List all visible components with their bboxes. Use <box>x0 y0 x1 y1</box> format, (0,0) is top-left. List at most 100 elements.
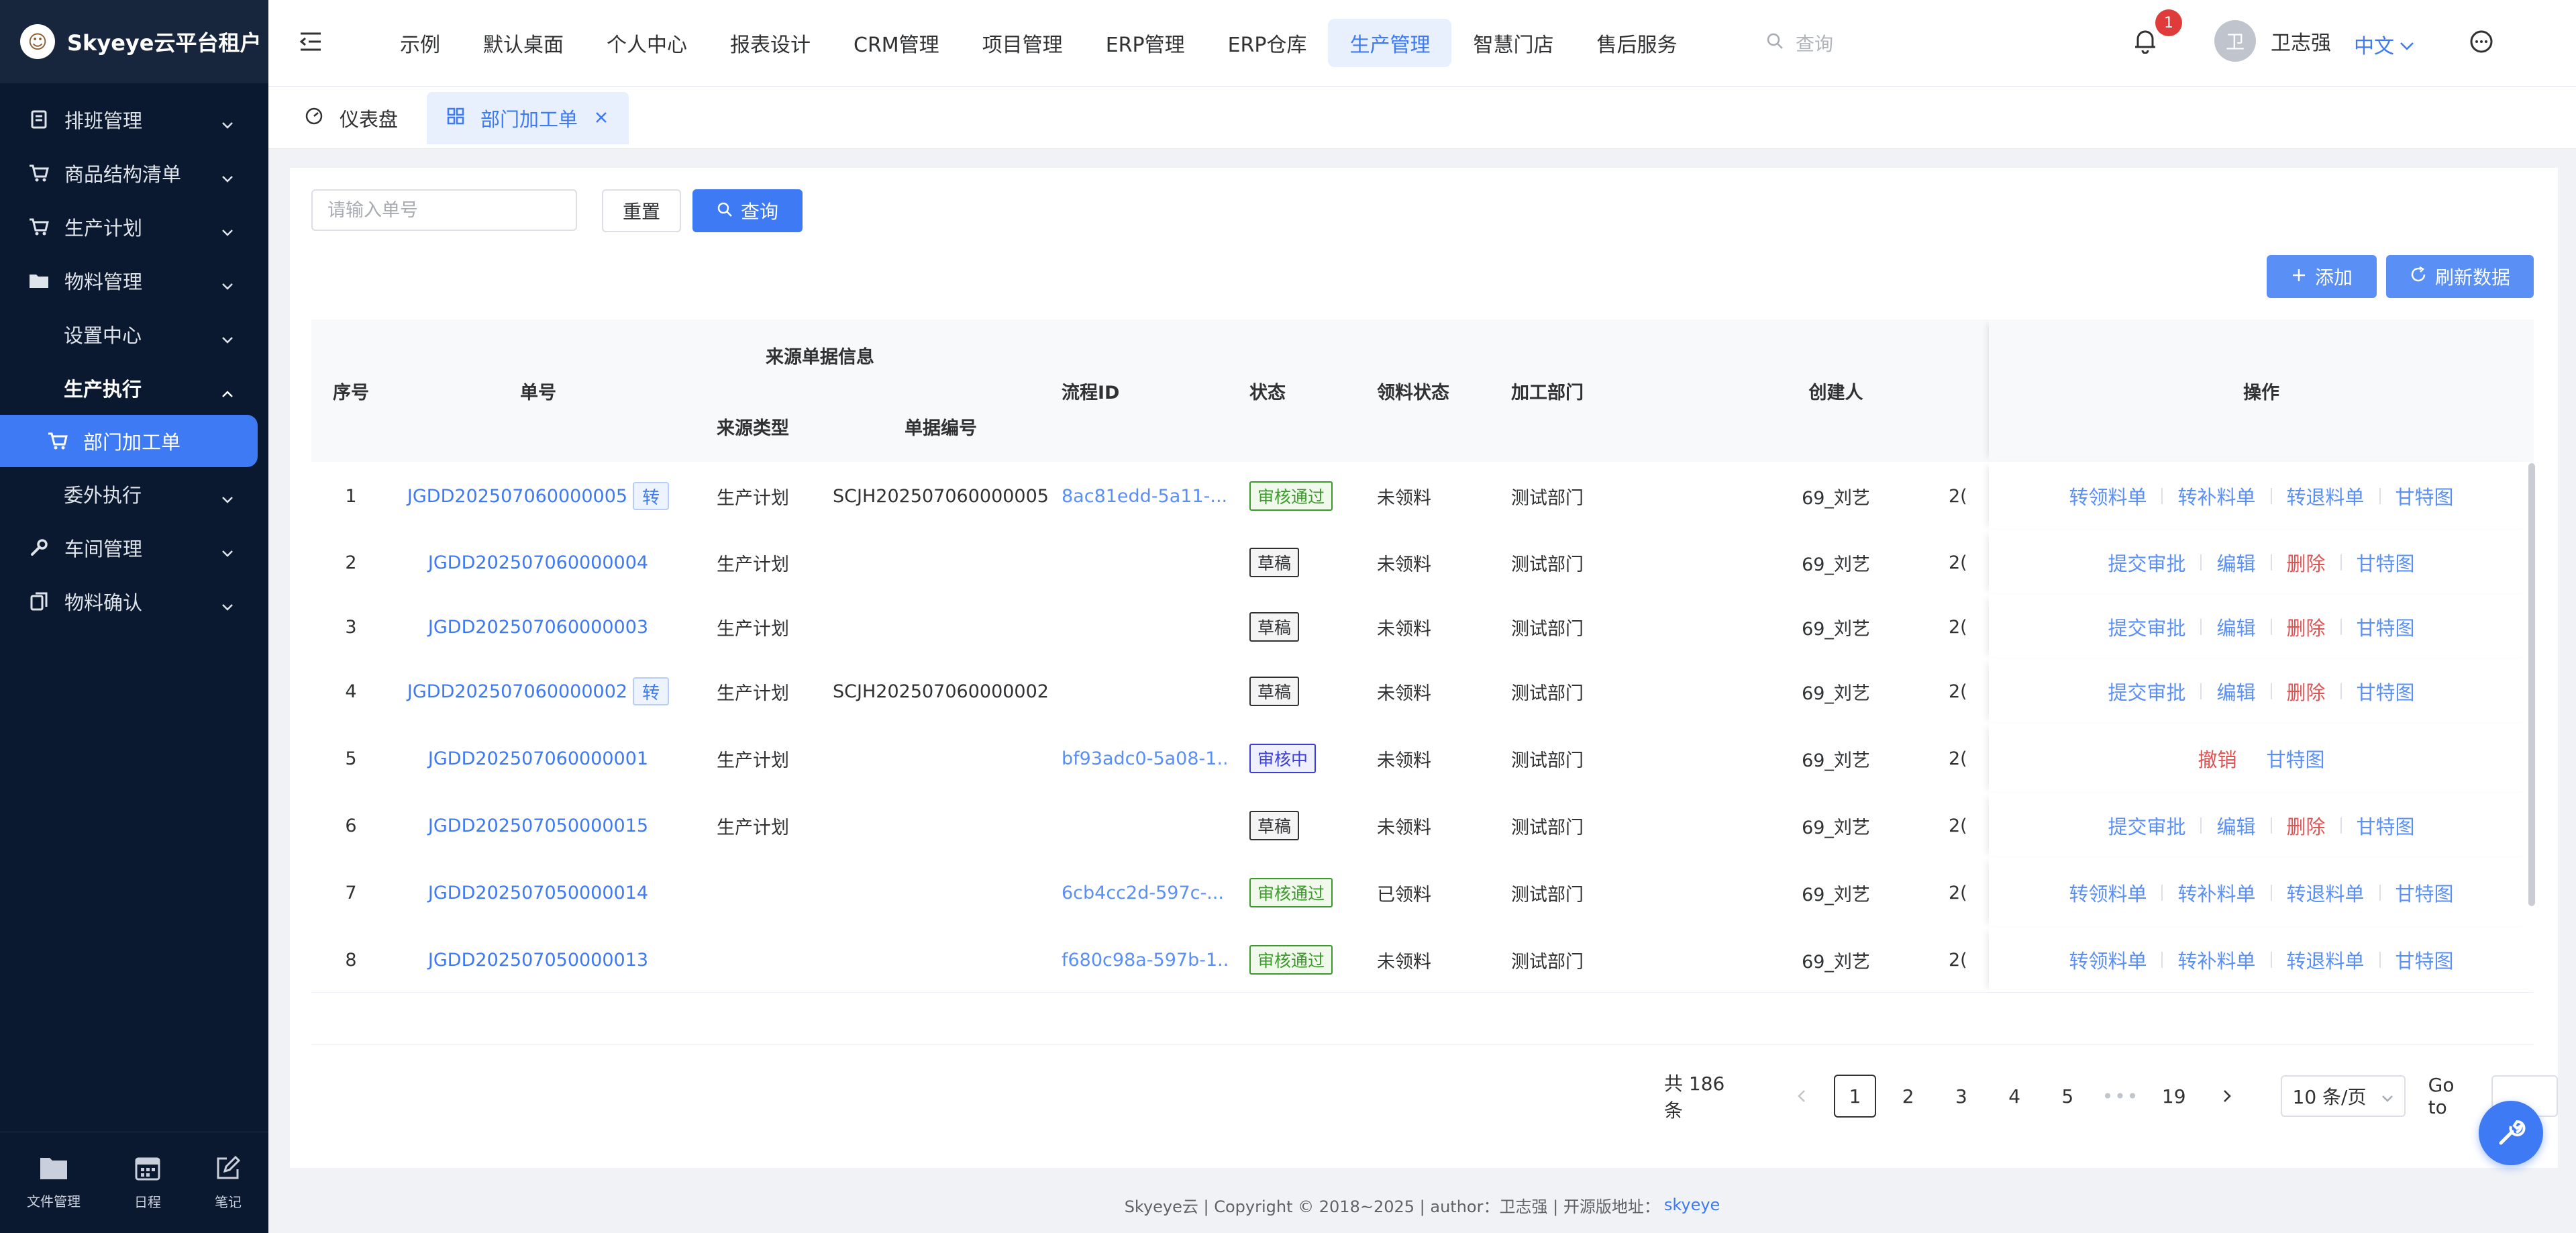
sidebar-item-workshop[interactable]: 车间管理 <box>0 521 268 575</box>
tab-after-sales[interactable]: 售后服务 <box>1575 19 1698 67</box>
op-button[interactable]: 转补料单 <box>2163 879 2270 907</box>
op-button[interactable]: 提交审批 <box>2093 677 2200 705</box>
file-manager-button[interactable]: 文件管理 <box>27 1155 81 1210</box>
transfer-tag[interactable]: 转 <box>633 677 670 705</box>
order-no-link[interactable]: JGDD202507060000002 <box>407 681 627 702</box>
op-button[interactable]: 编辑 <box>2202 811 2270 840</box>
op-button[interactable]: 转领料单 <box>2054 879 2161 907</box>
op-button[interactable]: 提交审批 <box>2093 811 2200 840</box>
op-button[interactable]: 转退料单 <box>2272 879 2379 907</box>
op-button[interactable]: 提交审批 <box>2093 548 2200 577</box>
tab-project[interactable]: 项目管理 <box>961 19 1084 67</box>
message-icon[interactable] <box>2469 30 2493 56</box>
sidebar-item-production-exec[interactable]: 生产执行 <box>0 361 268 415</box>
op-button[interactable]: 撤销 <box>2183 744 2251 773</box>
cell-status: 草稿 <box>1229 793 1353 858</box>
order-no-link[interactable]: JGDD202507050000013 <box>428 950 648 971</box>
tab-crm[interactable]: CRM管理 <box>832 19 961 67</box>
page-4[interactable]: 4 <box>1994 1075 2036 1118</box>
flow-id-link[interactable]: 8ac81edd-5a11-... <box>1062 486 1227 507</box>
op-button[interactable]: 甘特图 <box>2381 879 2469 907</box>
footer-link[interactable]: skyeye <box>1664 1195 1720 1214</box>
order-no-link[interactable]: JGDD202507060000005 <box>407 486 627 507</box>
order-no-link[interactable]: JGDD202507060000001 <box>428 748 648 769</box>
tab-report-design[interactable]: 报表设计 <box>709 19 832 67</box>
sidebar-item-schedule[interactable]: 排班管理 <box>0 93 268 146</box>
op-button[interactable]: 转退料单 <box>2272 482 2379 510</box>
op-button[interactable]: 提交审批 <box>2093 613 2200 641</box>
brand[interactable]: ☺ Skyeye云平台租户 <box>0 0 268 83</box>
op-button[interactable]: 编辑 <box>2202 613 2270 641</box>
tab-smart-store[interactable]: 智慧门店 <box>1451 19 1575 67</box>
op-button[interactable]: 编辑 <box>2202 548 2270 577</box>
page-5[interactable]: 5 <box>2047 1075 2089 1118</box>
order-no-link[interactable]: JGDD202507050000014 <box>428 883 648 903</box>
next-page-button[interactable] <box>2206 1075 2248 1118</box>
page-ellipsis[interactable]: ••• <box>2100 1075 2142 1118</box>
language-select[interactable]: 中文 <box>2354 30 2414 59</box>
page-1[interactable]: 1 <box>1833 1075 1877 1118</box>
query-button[interactable]: 查询 <box>692 189 803 232</box>
op-button[interactable]: 删除 <box>2272 677 2340 705</box>
page-3[interactable]: 3 <box>1940 1075 1982 1118</box>
notification-bell[interactable]: 1 <box>2134 9 2182 56</box>
sidebar-item-material[interactable]: 物料管理 <box>0 254 268 307</box>
flow-id-link[interactable]: 6cb4cc2d-597c-... <box>1062 883 1224 903</box>
op-button[interactable]: 甘特图 <box>2342 613 2430 641</box>
order-no-input[interactable] <box>311 189 577 231</box>
op-button[interactable]: 甘特图 <box>2342 677 2430 705</box>
tab-production[interactable]: 生产管理 <box>1328 19 1452 67</box>
op-button[interactable]: 甘特图 <box>2342 548 2430 577</box>
prev-page-button[interactable] <box>1781 1075 1823 1118</box>
op-button[interactable]: 转补料单 <box>2163 482 2270 510</box>
order-no-link[interactable]: JGDD202507060000003 <box>428 617 648 638</box>
sidebar-item-material-confirm[interactable]: 物料确认 <box>0 575 268 628</box>
add-button[interactable]: 添加 <box>2267 255 2377 298</box>
notes-button[interactable]: 笔记 <box>215 1154 242 1211</box>
tab-erp[interactable]: ERP管理 <box>1084 19 1206 67</box>
page-last[interactable]: 19 <box>2153 1075 2195 1118</box>
order-no-link[interactable]: JGDD202507060000004 <box>428 552 648 573</box>
tab-default-desktop[interactable]: 默认桌面 <box>462 19 585 67</box>
wrench-icon <box>2494 1115 2528 1151</box>
op-button[interactable]: 删除 <box>2272 548 2340 577</box>
op-button[interactable]: 转退料单 <box>2272 946 2379 974</box>
tab-erp-warehouse[interactable]: ERP仓库 <box>1206 19 1329 67</box>
op-button[interactable]: 转补料单 <box>2163 946 2270 974</box>
op-button[interactable]: 甘特图 <box>2381 946 2469 974</box>
sidebar-item-dept-order[interactable]: 部门加工单 <box>0 415 258 467</box>
page-size-select[interactable]: 10 条/页 <box>2280 1075 2406 1117</box>
flow-id-link[interactable]: bf93adc0-5a08-1... <box>1062 748 1229 769</box>
page-2[interactable]: 2 <box>1887 1075 1929 1118</box>
op-button[interactable]: 删除 <box>2272 811 2340 840</box>
op-button[interactable]: 甘特图 <box>2342 811 2430 840</box>
sidebar-item-bom[interactable]: 商品结构清单 <box>0 146 268 200</box>
op-button[interactable]: 转领料单 <box>2054 482 2161 510</box>
tag-dept-order[interactable]: 部门加工单 <box>427 92 629 144</box>
tag-dashboard[interactable]: 仪表盘 <box>285 92 418 144</box>
vertical-scrollbar[interactable] <box>2528 463 2535 906</box>
transfer-tag[interactable]: 转 <box>633 482 670 510</box>
status-badge: 草稿 <box>1249 677 1300 706</box>
refresh-button[interactable]: 刷新数据 <box>2386 255 2534 298</box>
tab-personal-center[interactable]: 个人中心 <box>585 19 709 67</box>
flow-id-link[interactable]: f680c98a-597b-1... <box>1062 950 1229 971</box>
user-menu[interactable]: 卫 卫志强 <box>2214 20 2331 62</box>
menu-fold-icon[interactable] <box>299 31 322 55</box>
op-button[interactable]: 甘特图 <box>2381 482 2469 510</box>
sidebar-item-settings[interactable]: 设置中心 <box>0 307 268 361</box>
order-no-link[interactable]: JGDD202507050000015 <box>428 816 648 836</box>
op-button[interactable]: 删除 <box>2272 613 2340 641</box>
tab-examples[interactable]: 示例 <box>378 19 462 67</box>
settings-fab[interactable] <box>2479 1101 2543 1165</box>
op-button[interactable]: 编辑 <box>2202 677 2270 705</box>
top-search[interactable]: 查询 <box>1766 30 1833 56</box>
calendar-button[interactable]: 日程 <box>134 1154 161 1211</box>
op-button[interactable]: 甘特图 <box>2252 744 2340 773</box>
sidebar-item-production-plan[interactable]: 生产计划 <box>0 200 268 254</box>
op-button[interactable]: 转领料单 <box>2054 946 2161 974</box>
reset-button[interactable]: 重置 <box>602 189 681 232</box>
sidebar-item-outsource[interactable]: 委外执行 <box>0 467 268 521</box>
close-icon[interactable] <box>594 107 609 130</box>
th-source-type: 来源类型 <box>717 417 789 439</box>
